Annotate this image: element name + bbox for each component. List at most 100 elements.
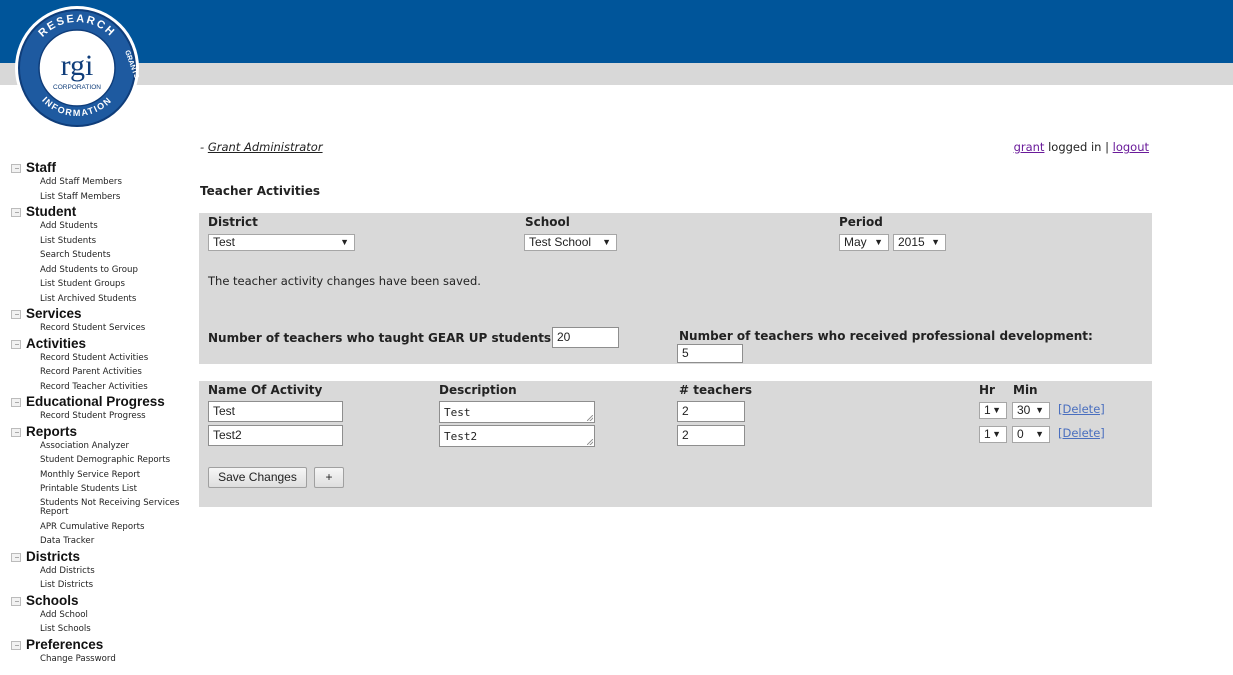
sidebar-item-list-districts[interactable]: List Districts (11, 578, 191, 593)
chevron-down-icon: ▼ (992, 405, 1001, 415)
chevron-down-icon: ▼ (1035, 429, 1044, 439)
role-prefix: - (200, 140, 208, 154)
sidebar-section-schools[interactable]: Schools (11, 593, 191, 608)
activity-min-select[interactable]: 30 ▼ (1012, 402, 1050, 419)
login-status: grant logged in | logout (1014, 140, 1149, 154)
sidebar-item-record-student-services[interactable]: Record Student Services (11, 321, 191, 336)
sidebar-item-printable-students-list[interactable]: Printable Students List (11, 482, 191, 497)
col-header-min: Min (1013, 383, 1038, 397)
add-activity-button[interactable]: + (314, 467, 344, 488)
sidebar-section-staff[interactable]: Staff (11, 160, 191, 175)
activity-min-select[interactable]: 0 ▼ (1012, 426, 1050, 443)
school-label: School (525, 215, 570, 229)
sidebar-item-add-districts[interactable]: Add Districts (11, 564, 191, 579)
role-link[interactable]: Grant Administrator (208, 140, 323, 154)
chevron-down-icon: ▼ (874, 237, 883, 247)
sidebar-nav: Staff Add Staff Members List Staff Members… (11, 160, 191, 666)
activity-name-input[interactable]: Test (208, 401, 343, 422)
teachers-pd-input[interactable]: 5 (677, 344, 743, 363)
section-expand-icon (11, 398, 21, 407)
status-message: The teacher activity changes have been s… (208, 274, 481, 288)
activity-hr-select[interactable]: 1 ▼ (979, 426, 1007, 443)
chevron-down-icon: ▼ (1035, 405, 1044, 415)
delete-activity-link[interactable]: [Delete] (1058, 426, 1105, 440)
sidebar-section-title: Preferences (26, 636, 104, 652)
rgi-logo: RESEARCH INFORMATION rgi CORPORATION GRA… (12, 3, 142, 133)
activity-hr-select[interactable]: 1 ▼ (979, 402, 1007, 419)
hr-select-value: 1 (984, 427, 991, 441)
username-link[interactable]: grant (1014, 140, 1045, 154)
sidebar-item-add-school[interactable]: Add School (11, 608, 191, 623)
school-select[interactable]: Test School ▼ (524, 234, 617, 251)
sidebar-item-list-staff-members[interactable]: List Staff Members (11, 190, 191, 205)
header-subbar (0, 63, 1233, 85)
sidebar-section-title: Schools (26, 592, 79, 608)
sidebar-item-add-staff-members[interactable]: Add Staff Members (11, 175, 191, 190)
activity-name-input[interactable]: Test2 (208, 425, 343, 446)
header-bar (0, 0, 1233, 63)
sidebar-item-data-tracker[interactable]: Data Tracker (11, 534, 191, 549)
logo-center-subtext: CORPORATION (53, 84, 101, 91)
sidebar-section-title: Staff (26, 160, 56, 175)
sidebar-section-title: Activities (26, 335, 87, 351)
activity-description-text: Test (444, 406, 471, 419)
sidebar-section-districts[interactable]: Districts (11, 549, 191, 564)
sidebar-item-apr-cumulative-reports[interactable]: APR Cumulative Reports (11, 520, 191, 535)
sidebar-section-title: Services (26, 306, 82, 321)
activity-teachers-input[interactable]: 2 (677, 425, 745, 446)
district-select-value: Test (213, 235, 236, 249)
col-header-name: Name Of Activity (208, 383, 323, 397)
section-expand-icon (11, 427, 21, 437)
activity-teachers-input[interactable]: 2 (677, 401, 745, 422)
sidebar-item-add-students[interactable]: Add Students (11, 219, 191, 234)
sidebar-item-list-students[interactable]: List Students (11, 234, 191, 249)
year-select[interactable]: 2015 ▼ (893, 234, 946, 251)
save-changes-button[interactable]: Save Changes (208, 467, 307, 488)
sidebar-item-record-teacher-activities[interactable]: Record Teacher Activities (11, 380, 191, 395)
sidebar-item-students-not-receiving-services-report[interactable]: Students Not Receiving Services Report (11, 497, 191, 520)
sidebar-item-student-demographic-reports[interactable]: Student Demographic Reports (11, 453, 191, 468)
district-select[interactable]: Test ▼ (208, 234, 355, 251)
sidebar-item-record-student-progress[interactable]: Record Student Progress (11, 409, 191, 424)
logout-link[interactable]: logout (1113, 140, 1149, 154)
activity-description-input[interactable]: Test (439, 401, 595, 423)
sidebar-item-monthly-service-report[interactable]: Monthly Service Report (11, 468, 191, 483)
sidebar-section-student[interactable]: Student (11, 204, 191, 219)
chevron-down-icon: ▼ (931, 237, 940, 247)
col-header-description: Description (439, 383, 517, 397)
school-select-value: Test School (529, 235, 592, 249)
sidebar-section-services[interactable]: Services (11, 306, 191, 321)
sidebar-item-add-students-to-group[interactable]: Add Students to Group (11, 263, 191, 278)
activity-description-input[interactable]: Test2 (439, 425, 595, 447)
month-select-value: May (844, 235, 867, 249)
section-expand-icon (11, 164, 21, 173)
min-select-value: 30 (1017, 403, 1031, 417)
delete-activity-link[interactable]: [Delete] (1058, 402, 1105, 416)
sidebar-section-activities[interactable]: Activities (11, 336, 191, 351)
month-select[interactable]: May ▼ (839, 234, 889, 251)
min-select-value: 0 (1017, 427, 1024, 441)
sidebar-section-educational-progress[interactable]: Educational Progress (11, 394, 191, 409)
sidebar-item-list-student-groups[interactable]: List Student Groups (11, 277, 191, 292)
chevron-down-icon: ▼ (340, 237, 349, 247)
sidebar-section-title: Educational Progress (26, 394, 165, 409)
sidebar-item-association-analyzer[interactable]: Association Analyzer (11, 439, 191, 454)
sidebar-item-change-password[interactable]: Change Password (11, 652, 191, 667)
sidebar-section-reports[interactable]: Reports (11, 424, 191, 439)
teachers-taught-input[interactable]: 20 (552, 327, 619, 348)
sidebar-item-record-parent-activities[interactable]: Record Parent Activities (11, 365, 191, 380)
sidebar-section-title: Districts (26, 548, 81, 564)
resize-grip-icon[interactable] (587, 415, 593, 421)
year-select-value: 2015 (898, 235, 925, 249)
sidebar-item-list-schools[interactable]: List Schools (11, 622, 191, 637)
section-expand-icon (11, 310, 21, 319)
user-role: - Grant Administrator (200, 140, 323, 154)
sidebar-section-preferences[interactable]: Preferences (11, 637, 191, 652)
page-title: Teacher Activities (200, 184, 321, 198)
sidebar-item-search-students[interactable]: Search Students (11, 248, 191, 263)
resize-grip-icon[interactable] (587, 439, 593, 445)
col-header-teachers: # teachers (679, 383, 753, 397)
sidebar-item-record-student-activities[interactable]: Record Student Activities (11, 351, 191, 366)
section-expand-icon (11, 208, 21, 217)
sidebar-item-list-archived-students[interactable]: List Archived Students (11, 292, 191, 307)
